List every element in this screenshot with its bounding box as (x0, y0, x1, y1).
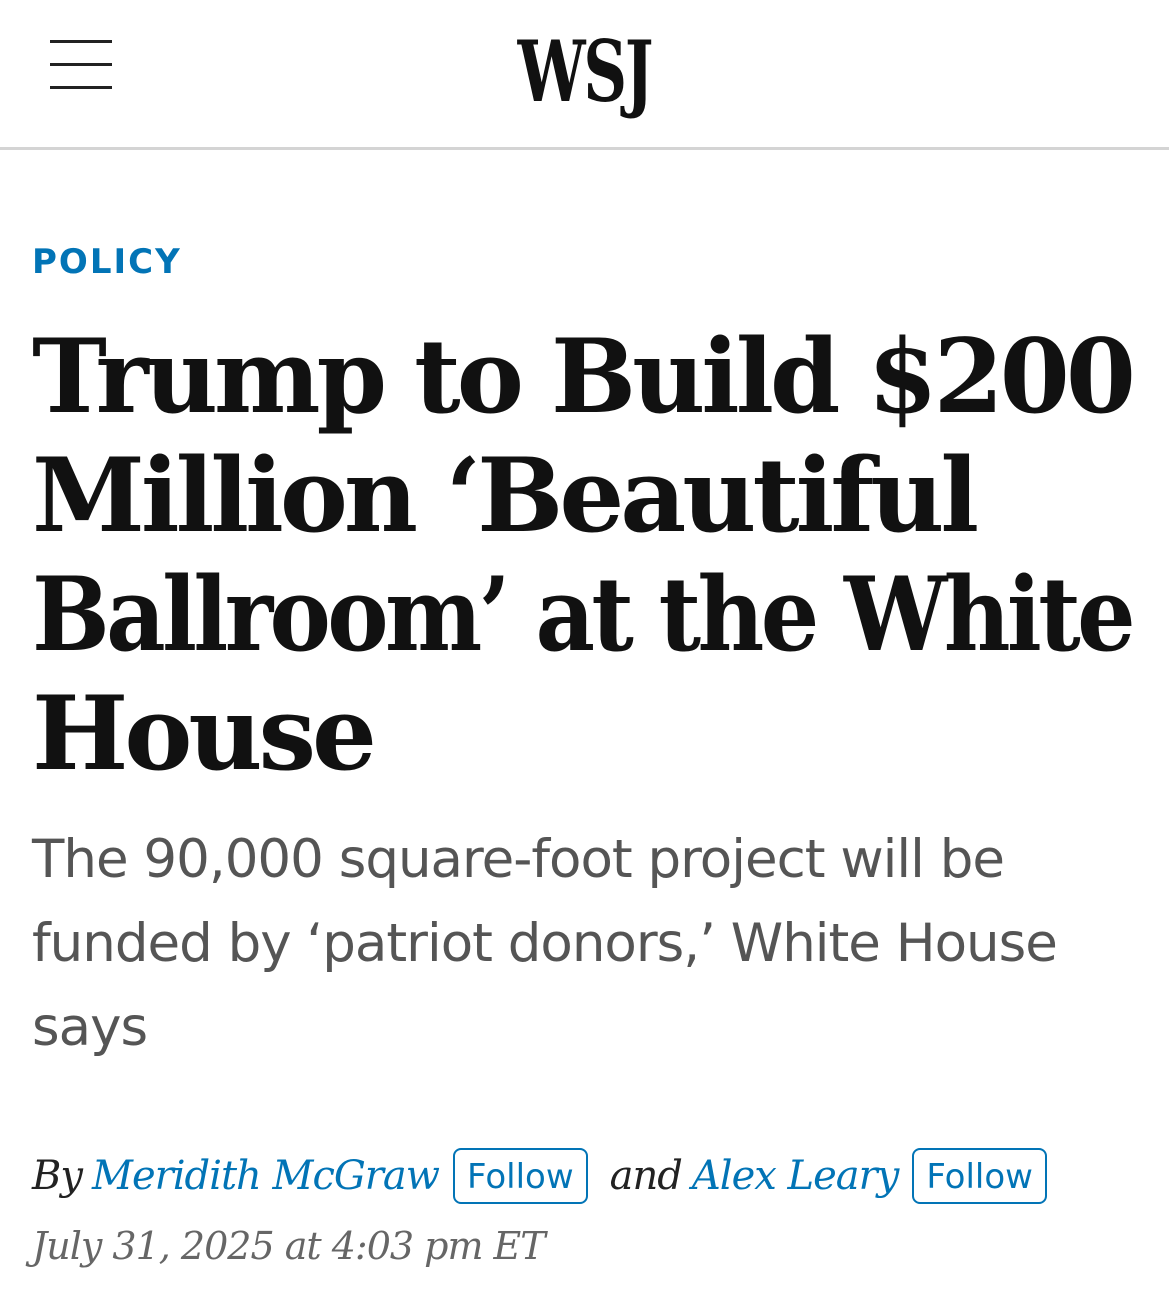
summary-line: The 90,000 square-foot project will be (32, 829, 1005, 890)
wsj-logo[interactable]: WSJ (164, 22, 1006, 122)
headline-line: Ballroom’ at the White (32, 555, 1136, 675)
headline-line: House (32, 674, 377, 794)
follow-button-alex-leary[interactable]: Follow (912, 1148, 1047, 1204)
author-link-alex-leary[interactable]: Alex Leary (692, 1153, 899, 1199)
menu-line (50, 40, 112, 43)
author-link-meridith-mcgraw[interactable]: Meridith McGraw (92, 1153, 440, 1199)
hamburger-menu-icon[interactable] (50, 40, 112, 90)
headline-line: Trump to Build $200 (32, 317, 1136, 437)
follow-button-meridith-mcgraw[interactable]: Follow (453, 1148, 588, 1204)
menu-line (50, 63, 112, 66)
publish-timestamp: July 31, 2025 at 4:03 pm ET (32, 1224, 546, 1268)
article-summary: The 90,000 square-foot project will be f… (32, 818, 1142, 1070)
byline-prefix: By (32, 1153, 83, 1199)
summary-line: says (32, 997, 148, 1058)
byline: By Meridith McGraw Follow and Alex Leary… (32, 1144, 1047, 1208)
article-headline: Trump to Build $200 Million ‘Beautiful B… (32, 318, 1142, 794)
section-link-policy[interactable]: POLICY (32, 238, 182, 286)
byline-conjunction: and (609, 1153, 683, 1199)
top-navigation-bar: WSJ (0, 0, 1169, 150)
headline-line: Million ‘Beautiful (32, 436, 979, 556)
summary-line: funded by ‘patriot donors,’ White House (32, 913, 1058, 974)
menu-line (50, 86, 112, 89)
